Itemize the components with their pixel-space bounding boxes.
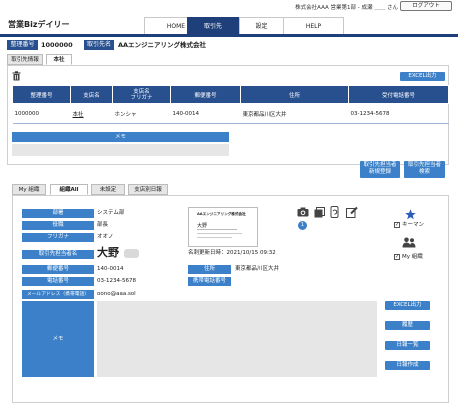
col-header: 支店名 xyxy=(70,85,113,104)
email-value: oono@aaa.sol xyxy=(97,291,136,297)
contact-search-button[interactable]: 取引先担当者 検索 xyxy=(404,161,445,178)
tab-head-office[interactable]: 本社 xyxy=(46,54,72,65)
name-label: 取引先担当者名 xyxy=(22,250,94,259)
contact-register-button[interactable]: 取引先担当者 新規登録 xyxy=(360,161,400,178)
tab-my-org[interactable]: My 組織 xyxy=(12,184,46,195)
table-cell: 1000000 xyxy=(12,103,71,124)
client-value: AAエンジニアリング株式会社 xyxy=(118,41,207,49)
app-title: 営業Bizデイリー xyxy=(8,20,70,29)
table-cell: ホンシャ xyxy=(112,103,171,124)
table-row[interactable]: 1000000 本社 ホンシャ 140-0014 東京都品川区大井 03-123… xyxy=(12,103,449,124)
address-label: 住所 xyxy=(188,265,231,274)
business-card-image[interactable]: AAエンジニアリング株式会社 大野 xyxy=(188,207,258,247)
tab-branch-report[interactable]: 支店別日報 xyxy=(128,184,168,195)
id-label: 整理番号 xyxy=(7,40,38,50)
card-name: 大野 xyxy=(197,223,208,229)
camera-icon[interactable] xyxy=(297,207,309,217)
name-redaction xyxy=(124,249,139,258)
rotate-icon[interactable] xyxy=(330,206,339,218)
table-cell: 東京都品川区大井 xyxy=(240,103,349,124)
furigana-label: フリガナ xyxy=(22,233,94,242)
photo-count-badge: 1 xyxy=(298,221,307,230)
edit-icon[interactable] xyxy=(346,206,358,218)
card-company: AAエンジニアリング株式会社 xyxy=(197,212,246,216)
office-memo-label: メモ xyxy=(12,132,229,142)
report-list-button[interactable]: 日報一覧 xyxy=(385,341,430,350)
office-table: 整理番号 支店名 支店名 フリガナ 郵便番号 住所 受付電話番号 1000000… xyxy=(12,85,449,124)
col-header: 支店名 フリガナ xyxy=(112,85,171,104)
col-header: 整理番号 xyxy=(12,85,71,104)
postal-label: 郵便番号 xyxy=(22,265,94,274)
card-line xyxy=(197,229,237,230)
nav-tab-clients[interactable]: 取引先 xyxy=(187,17,239,34)
card-line xyxy=(197,233,242,234)
card-updated: 名刺更新日時：2021/10/15 09:32 xyxy=(188,250,276,256)
trash-icon[interactable] xyxy=(12,71,21,81)
position-label: 役職 xyxy=(22,221,94,230)
history-button[interactable]: 履歴 xyxy=(385,321,430,330)
col-header: 住所 xyxy=(240,85,349,104)
table-cell: 140-0014 xyxy=(170,103,241,124)
col-header: 郵便番号 xyxy=(170,85,241,104)
keyman-checkbox[interactable]: ✓ xyxy=(394,222,400,228)
contact-memo-label: メモ xyxy=(22,301,94,377)
contact-memo-body xyxy=(97,301,377,377)
department-value: システム部 xyxy=(97,210,125,216)
gallery-icon[interactable] xyxy=(314,207,325,218)
postal-value: 140-0014 xyxy=(97,266,124,272)
mobile-label: 携帯電話番号 xyxy=(188,277,231,286)
report-create-button[interactable]: 日報作成 xyxy=(385,361,430,370)
phone-label: 電話番号 xyxy=(22,277,94,286)
tab-client-info[interactable]: 取引先情報 xyxy=(7,54,43,65)
my-org-checkbox[interactable]: ✓ xyxy=(394,254,400,260)
branch-link[interactable]: 本社 xyxy=(70,103,113,124)
position-value: 部長 xyxy=(97,222,109,228)
keyman-label: キーマン xyxy=(402,222,425,228)
contact-excel-button[interactable]: EXCEL出力 xyxy=(385,301,430,310)
department-label: 部署 xyxy=(22,209,94,218)
client-label: 取引先名 xyxy=(84,40,114,50)
logout-button[interactable]: ログアウト xyxy=(400,1,452,11)
people-icon xyxy=(402,237,416,248)
nav-tab-settings[interactable]: 設定 xyxy=(239,17,283,34)
office-excel-button[interactable]: EXCEL出力 xyxy=(400,72,445,81)
id-value: 1000000 xyxy=(41,41,73,49)
title-bar: 営業Bizデイリー HOME 取引先 設定 HELP xyxy=(0,15,458,37)
card-line xyxy=(197,237,232,238)
address-value: 東京都品川区大井 xyxy=(235,266,280,272)
furigana-value: オオノ xyxy=(97,234,114,240)
name-value: 大野 xyxy=(97,246,119,259)
nav-tab-help[interactable]: HELP xyxy=(283,17,344,34)
col-header: 受付電話番号 xyxy=(348,85,449,104)
office-memo-body xyxy=(12,144,229,156)
phone-value: 03-1234-5678 xyxy=(97,278,136,284)
tab-unset[interactable]: 未設定 xyxy=(91,184,125,195)
tab-org-all[interactable]: 組織All xyxy=(50,184,88,195)
email-label: メールアドレス（携帯電話） xyxy=(22,290,94,299)
table-cell: 03-1234-5678 xyxy=(348,103,449,124)
top-bar: 株式会社AAA 営業第1部 - 成瀬 ＿＿ さん ログアウト xyxy=(0,0,458,13)
user-info: 株式会社AAA 営業第1部 - 成瀬 ＿＿ さん xyxy=(295,5,398,11)
my-org-label: My 組織 xyxy=(402,254,423,260)
star-icon xyxy=(405,209,416,220)
